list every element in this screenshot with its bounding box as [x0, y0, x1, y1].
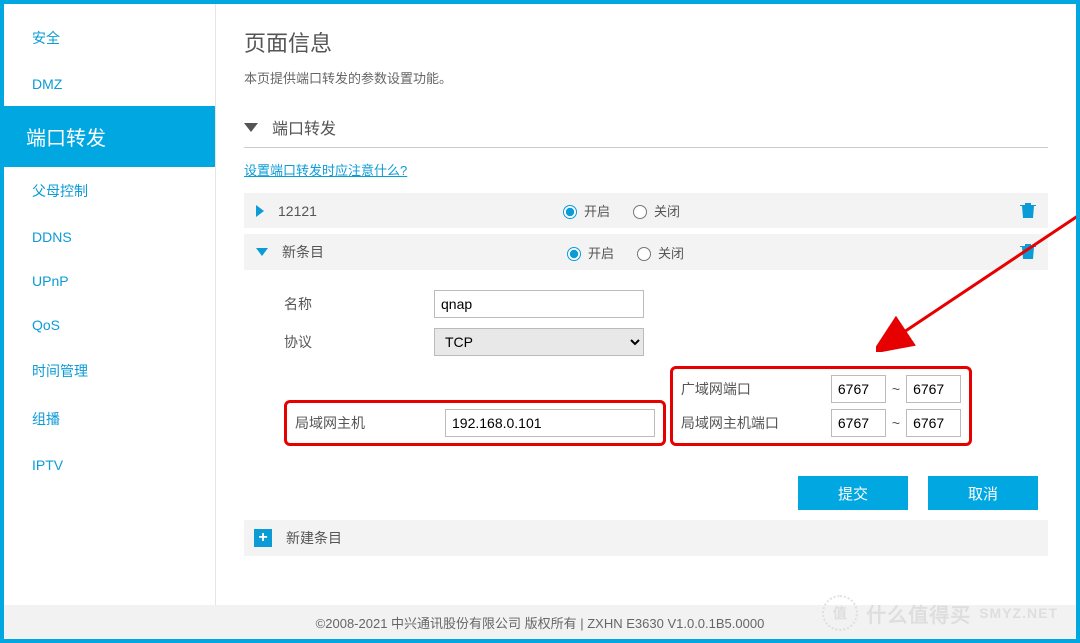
sidebar-item-ddns[interactable]: DDNS — [4, 215, 215, 259]
page-title: 页面信息 — [244, 26, 1048, 58]
entry-form: 名称 协议 TCP 局域网主机 广域网 — [244, 276, 1048, 452]
cancel-button[interactable]: 取消 — [928, 476, 1038, 510]
lan-port-label: 局域网主机端口 — [681, 413, 831, 433]
wan-port-from[interactable] — [831, 375, 886, 403]
add-entry-row[interactable]: + 新建条目 — [244, 520, 1048, 556]
highlight-ports: 广域网端口 ~ 局域网主机端口 ~ — [670, 366, 972, 446]
wan-port-label: 广域网端口 — [681, 379, 831, 399]
radio-on[interactable]: 开启 — [558, 201, 610, 220]
lan-host-label: 局域网主机 — [295, 413, 445, 433]
delete-icon[interactable] — [1020, 242, 1036, 265]
sidebar-item-upnp[interactable]: UPnP — [4, 259, 215, 303]
tilde: ~ — [892, 381, 900, 397]
proto-select[interactable]: TCP — [434, 328, 644, 356]
watermark: 值 什么值得买 SMYZ.NET — [822, 595, 1058, 631]
help-link[interactable]: 设置端口转发时应注意什么? — [244, 160, 407, 179]
radio-off[interactable]: 关闭 — [628, 201, 680, 220]
wan-port-to[interactable] — [906, 375, 961, 403]
lan-host-input[interactable] — [445, 409, 655, 437]
entry-status: 开启 关闭 — [562, 243, 698, 262]
collapse-entry-icon — [256, 248, 268, 256]
submit-button[interactable]: 提交 — [798, 476, 908, 510]
sidebar-item-parental[interactable]: 父母控制 — [4, 167, 215, 215]
highlight-lan-host: 局域网主机 — [284, 400, 666, 446]
entry-name: 新条目 — [282, 242, 562, 262]
page-desc: 本页提供端口转发的参数设置功能。 — [244, 68, 1048, 87]
watermark-suffix: SMYZ.NET — [979, 605, 1058, 621]
entry-row[interactable]: 12121 开启 关闭 — [244, 193, 1048, 228]
main-content: 页面信息 本页提供端口转发的参数设置功能。 端口转发 设置端口转发时应注意什么?… — [216, 4, 1076, 639]
name-input[interactable] — [434, 290, 644, 318]
delete-icon[interactable] — [1020, 201, 1036, 224]
collapse-icon — [244, 123, 258, 132]
add-entry-label: 新建条目 — [286, 528, 342, 548]
expand-icon — [256, 205, 264, 217]
entry-row-open[interactable]: 新条目 开启 关闭 — [244, 234, 1048, 270]
sidebar-item-dmz[interactable]: DMZ — [4, 62, 215, 106]
entry-status: 开启 关闭 — [558, 201, 694, 220]
sidebar-item-iptv[interactable]: IPTV — [4, 443, 215, 487]
entry-name: 12121 — [278, 203, 558, 219]
section-title: 端口转发 — [272, 115, 336, 139]
tilde: ~ — [892, 415, 900, 431]
section-header[interactable]: 端口转发 — [244, 115, 1048, 148]
sidebar: 安全 DMZ 端口转发 父母控制 DDNS UPnP QoS 时间管理 组播 I… — [4, 4, 216, 639]
sidebar-item-security[interactable]: 安全 — [4, 14, 215, 62]
footer-text: ©2008-2021 中兴通讯股份有限公司 版权所有 | ZXHN E3630 … — [316, 613, 765, 632]
radio-on[interactable]: 开启 — [562, 243, 614, 262]
sidebar-item-qos[interactable]: QoS — [4, 303, 215, 347]
plus-icon: + — [254, 529, 272, 547]
proto-label: 协议 — [284, 332, 434, 352]
radio-off[interactable]: 关闭 — [632, 243, 684, 262]
lan-port-to[interactable] — [906, 409, 961, 437]
sidebar-item-time[interactable]: 时间管理 — [4, 347, 215, 395]
sidebar-item-port-forward[interactable]: 端口转发 — [4, 106, 215, 167]
sidebar-item-multicast[interactable]: 组播 — [4, 395, 215, 443]
name-label: 名称 — [284, 294, 434, 314]
watermark-circle: 值 — [822, 595, 858, 631]
watermark-text: 什么值得买 — [866, 599, 971, 628]
lan-port-from[interactable] — [831, 409, 886, 437]
